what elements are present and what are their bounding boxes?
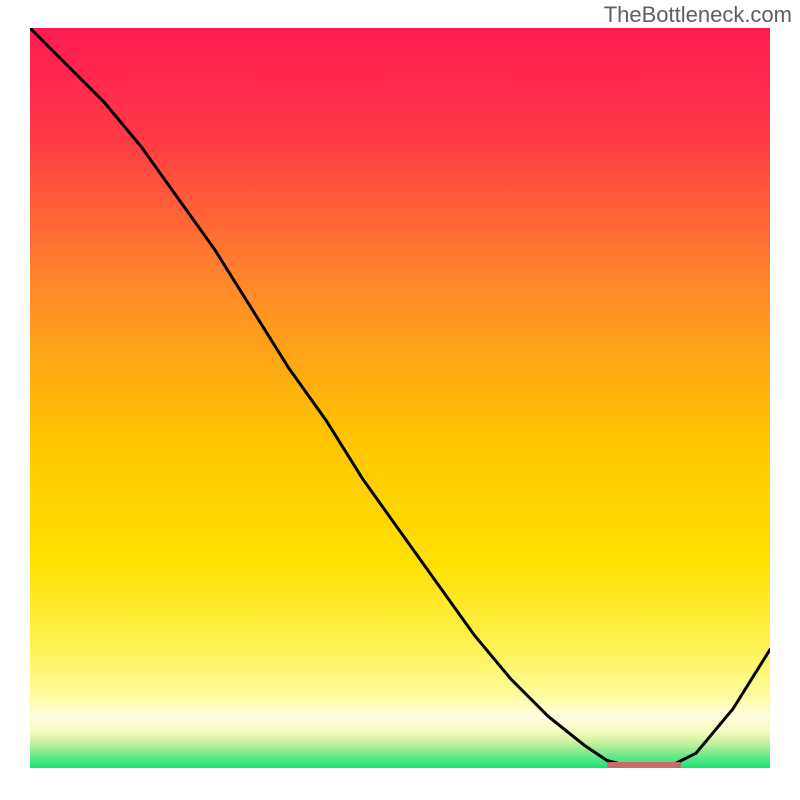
gradient-background — [30, 28, 770, 768]
plot-svg — [30, 28, 770, 768]
chart-canvas: TheBottleneck.com — [0, 0, 800, 800]
watermark-text: TheBottleneck.com — [604, 2, 792, 28]
gradient-plot — [30, 28, 770, 768]
optimal-range-marker — [607, 762, 681, 768]
